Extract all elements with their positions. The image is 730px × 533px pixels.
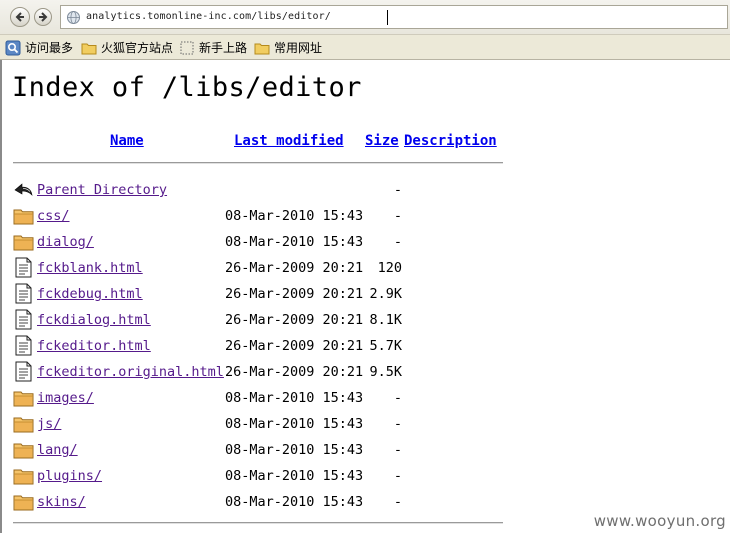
entry-size: - (393, 468, 402, 484)
folder-icon[interactable] (13, 205, 34, 226)
header-divider (13, 162, 503, 164)
entry-size: - (393, 182, 402, 198)
bookmark-most-visited[interactable]: 访问最多 (5, 39, 73, 56)
entry-size: - (393, 208, 402, 224)
entry-last-modified: 26-Mar-2009 20:21 (225, 312, 364, 328)
listing-row: fckdebug.html 26-Mar-2009 20:21 2.9K (0, 282, 520, 306)
folder-icon[interactable] (13, 465, 34, 486)
entry-last-modified: 08-Mar-2010 15:43 (225, 468, 364, 484)
navigation-toolbar: analytics.tomonline-inc.com/libs/editor/ (0, 0, 730, 35)
listing-row: skins/08-Mar-2010 15:43 - (0, 490, 520, 514)
bookmark-label: 新手上路 (199, 41, 248, 55)
sort-by-name-link[interactable]: Name (110, 133, 144, 149)
listing-row: fckdialog.html 26-Mar-2009 20:21 8.1K (0, 308, 520, 332)
entry-size: - (393, 390, 402, 406)
forward-button[interactable] (34, 8, 52, 26)
entry-size: 120 (377, 260, 402, 276)
entry-size: - (393, 442, 402, 458)
entry-link[interactable]: dialog/ (37, 234, 94, 250)
bookmark-getting-started[interactable]: 新手上路 (179, 39, 247, 56)
folder-icon (254, 43, 270, 54)
entry-size: - (393, 494, 402, 510)
folder-icon[interactable] (13, 387, 34, 408)
entry-last-modified: 26-Mar-2009 20:21 (225, 286, 364, 302)
entry-size: 2.9K (369, 286, 402, 302)
entry-last-modified: 26-Mar-2009 20:21 (225, 364, 364, 380)
file-icon[interactable] (13, 361, 34, 382)
listing-row: lang/08-Mar-2010 15:43 - (0, 438, 520, 462)
listing-row: images/08-Mar-2010 15:43 - (0, 386, 520, 410)
file-icon[interactable] (13, 309, 34, 330)
entry-last-modified: 08-Mar-2010 15:43 (225, 208, 364, 224)
watermark: www.wooyun.org (593, 512, 726, 530)
bookmark-firefox-official[interactable]: 火狐官方站点 (81, 39, 173, 56)
entry-link[interactable]: js/ (37, 416, 61, 432)
file-icon[interactable] (13, 283, 34, 304)
address-bar[interactable]: analytics.tomonline-inc.com/libs/editor/ (60, 5, 728, 29)
entry-link[interactable]: skins/ (37, 494, 86, 510)
folder-icon[interactable] (13, 231, 34, 252)
back-button[interactable] (10, 7, 30, 27)
most-visited-icon (5, 40, 21, 55)
entry-link[interactable]: fckdialog.html (37, 312, 151, 328)
footer-divider (13, 522, 503, 524)
file-icon[interactable] (13, 257, 34, 278)
dotted-page-icon (180, 41, 194, 54)
listing-row: css/08-Mar-2010 15:43 - (0, 204, 520, 228)
entry-size: 9.5K (369, 364, 402, 380)
folder-icon[interactable] (13, 439, 34, 460)
folder-icon (81, 43, 97, 54)
sort-by-description-link[interactable]: Description (404, 133, 497, 149)
entry-link[interactable]: fckeditor.original.html (37, 364, 224, 380)
entry-last-modified: 08-Mar-2010 15:43 (225, 234, 364, 250)
text-caret (387, 10, 388, 25)
entry-last-modified: 08-Mar-2010 15:43 (225, 390, 364, 406)
listing-row: fckeditor.original.html 26-Mar-2009 20:21… (0, 360, 520, 384)
bookmarks-toolbar: 访问最多 火狐官方站点 新手上路 常用网址 (0, 35, 730, 60)
folder-icon[interactable] (13, 491, 34, 512)
entry-last-modified: 08-Mar-2010 15:43 (225, 442, 364, 458)
page-title: Index of /libs/editor (12, 72, 362, 103)
entry-last-modified: 26-Mar-2009 20:21 (225, 338, 364, 354)
file-icon[interactable] (13, 335, 34, 356)
bookmark-label: 访问最多 (25, 41, 74, 55)
arrow-left-icon (15, 12, 24, 22)
entry-link[interactable]: Parent Directory (37, 182, 167, 198)
listing-row: fckeditor.html 26-Mar-2009 20:21 5.7K (0, 334, 520, 358)
sort-by-size-link[interactable]: Size (365, 133, 399, 149)
entry-link[interactable]: css/ (37, 208, 70, 224)
entry-link[interactable]: fckblank.html (37, 260, 143, 276)
entry-size: 5.7K (369, 338, 402, 354)
entry-size: 8.1K (369, 312, 402, 328)
sort-by-last-modified-link[interactable]: Last modified (234, 133, 344, 149)
bookmark-label: 火狐官方站点 (101, 41, 174, 55)
bookmark-common-sites[interactable]: 常用网址 (254, 39, 322, 56)
entry-link[interactable]: images/ (37, 390, 94, 406)
folder-icon[interactable] (13, 413, 34, 434)
listing-row: js/08-Mar-2010 15:43 - (0, 412, 520, 436)
bookmark-label: 常用网址 (274, 41, 323, 55)
entry-last-modified: 08-Mar-2010 15:43 (225, 416, 364, 432)
entry-link[interactable]: plugins/ (37, 468, 102, 484)
address-text[interactable]: analytics.tomonline-inc.com/libs/editor/ (86, 11, 331, 22)
listing-row: Parent Directory - (0, 178, 520, 202)
entry-last-modified: 26-Mar-2009 20:21 (225, 260, 364, 276)
entry-link[interactable]: fckeditor.html (37, 338, 151, 354)
entry-link[interactable]: fckdebug.html (37, 286, 143, 302)
arrow-right-icon (39, 12, 48, 22)
listing-row: fckblank.html 26-Mar-2009 20:21 120 (0, 256, 520, 280)
listing-row: plugins/08-Mar-2010 15:43 - (0, 464, 520, 488)
entry-link[interactable]: lang/ (37, 442, 78, 458)
globe-icon (67, 11, 80, 24)
entry-last-modified: 08-Mar-2010 15:43 (225, 494, 364, 510)
listing-row: dialog/08-Mar-2010 15:43 - (0, 230, 520, 254)
back-icon[interactable] (13, 179, 34, 200)
entry-size: - (393, 234, 402, 250)
entry-size: - (393, 416, 402, 432)
